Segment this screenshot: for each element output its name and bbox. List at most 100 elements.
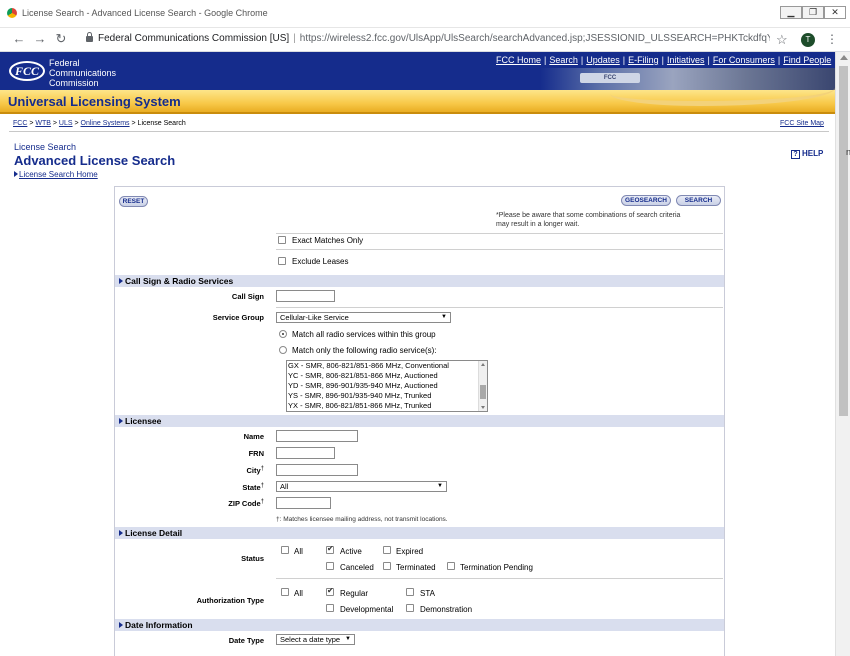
- list-item[interactable]: YX - SMR, 806-821/851-866 MHz, Trunked: [287, 401, 487, 411]
- url-text: https://wireless2.fcc.gov/UlsApp/UlsSear…: [299, 33, 770, 44]
- name-input[interactable]: [276, 430, 358, 442]
- forward-arrow-icon[interactable]: →: [32, 31, 48, 47]
- license-search-home-link[interactable]: License Search Home: [19, 170, 98, 179]
- breadcrumb-wtb[interactable]: WTB: [35, 120, 51, 127]
- status-canceled-label: Canceled: [340, 563, 374, 572]
- match-all-services-radio[interactable]: [279, 330, 287, 338]
- scroll-up-arrow-icon[interactable]: [840, 55, 848, 60]
- city-label: City†: [246, 466, 264, 475]
- status-active-checkbox[interactable]: [326, 544, 334, 554]
- nav-link-fcc-home[interactable]: FCC Home: [496, 55, 541, 65]
- name-label: Name: [243, 432, 264, 441]
- top-nav: FCC Home | Search | Updates | E-Filing | Initiat…: [496, 55, 832, 65]
- section-license-detail[interactable]: License Detail: [115, 527, 724, 539]
- service-group-select[interactable]: Cellular-Like Service ▼: [276, 312, 451, 323]
- back-arrow-icon[interactable]: ←: [11, 31, 27, 47]
- status-label: Status: [241, 554, 264, 563]
- maximize-button[interactable]: ❐: [802, 6, 824, 19]
- geosearch-button[interactable]: GEOSEARCH: [621, 195, 671, 206]
- section-title: Date Information: [125, 620, 193, 630]
- section-title: License Detail: [125, 528, 183, 538]
- auth-regular-label: Regular: [340, 589, 369, 598]
- list-item[interactable]: YD - SMR, 896-901/935-940 MHz, Auctioned: [287, 381, 487, 391]
- exact-matches-checkbox[interactable]: [278, 236, 286, 244]
- date-type-select[interactable]: Select a date type ▼: [276, 634, 355, 645]
- exact-matches-label: Exact Matches Only: [292, 236, 364, 245]
- radio-services-listbox[interactable]: GX - SMR, 806-821/851-866 MHz, Conventio…: [286, 360, 488, 412]
- auth-regular-checkbox[interactable]: [326, 586, 334, 596]
- nav-link-for-consumers[interactable]: For Consumers: [713, 55, 775, 65]
- service-group-label: Service Group: [212, 313, 264, 322]
- auth-demonstration-checkbox[interactable]: [406, 604, 414, 612]
- city-input[interactable]: [276, 464, 358, 476]
- call-sign-label: Call Sign: [231, 292, 264, 301]
- section-date-information[interactable]: Date Information: [115, 619, 724, 631]
- breadcrumb-online-systems[interactable]: Online Systems: [81, 120, 130, 127]
- list-item[interactable]: YC - SMR, 806-821/851-866 MHz, Auctioned: [287, 371, 487, 381]
- auth-all-checkbox[interactable]: [281, 588, 289, 596]
- licensee-footnote: †: Matches licensee mailing address, not…: [276, 516, 448, 523]
- chrome-favicon-icon: [7, 8, 17, 18]
- reset-button[interactable]: RESET: [119, 196, 148, 207]
- scroll-up-arrow-icon[interactable]: [481, 363, 485, 366]
- list-item[interactable]: GX - SMR, 806-821/851-866 MHz, Conventio…: [287, 361, 487, 371]
- section-licensee[interactable]: Licensee: [115, 415, 724, 427]
- divider: [276, 233, 723, 234]
- auth-developmental-label: Developmental: [340, 605, 394, 614]
- status-terminated-checkbox[interactable]: [383, 562, 391, 570]
- nav-link-find-people[interactable]: Find People: [783, 55, 831, 65]
- auth-sta-checkbox[interactable]: [406, 588, 414, 596]
- triangle-right-icon: [119, 622, 123, 628]
- fcc-logo[interactable]: FCC: [9, 61, 45, 81]
- site-identity: Federal Communications Commission [US]: [98, 33, 290, 44]
- match-all-services-label: Match all radio services within this gro…: [292, 330, 436, 339]
- nav-link-initiatives[interactable]: Initiatives: [667, 55, 705, 65]
- status-expired-checkbox[interactable]: [383, 546, 391, 554]
- profile-avatar[interactable]: T: [801, 33, 815, 47]
- nav-link-search[interactable]: Search: [549, 55, 578, 65]
- list-item[interactable]: YS - SMR, 896-901/935-940 MHz, Trunked: [287, 391, 487, 401]
- zip-code-input[interactable]: [276, 497, 331, 509]
- nav-link-updates[interactable]: Updates: [586, 55, 620, 65]
- divider: [276, 249, 723, 250]
- status-canceled-checkbox[interactable]: [326, 562, 334, 570]
- help-button[interactable]: ? HELP: [791, 149, 823, 159]
- browser-title-bar: License Search - Advanced License Search…: [0, 0, 850, 28]
- browser-toolbar: ← → ↻ Federal Communications Commission …: [0, 28, 850, 52]
- license-search-home: License Search Home: [14, 170, 98, 179]
- scroll-down-arrow-icon[interactable]: [481, 406, 485, 409]
- breadcrumb-current: License Search: [137, 120, 186, 127]
- window-title: License Search - Advanced License Search…: [22, 8, 268, 18]
- auth-all-label: All: [294, 589, 303, 598]
- auth-developmental-checkbox[interactable]: [326, 604, 334, 612]
- divider: [9, 131, 829, 132]
- match-only-services-radio[interactable]: [279, 346, 287, 354]
- breadcrumb-uls[interactable]: ULS: [59, 120, 73, 127]
- search-button[interactable]: SEARCH: [676, 195, 721, 206]
- address-bar[interactable]: Federal Communications Commission [US] | h…: [98, 33, 770, 44]
- triangle-right-icon: [14, 171, 18, 177]
- status-termination-pending-checkbox[interactable]: [447, 562, 455, 570]
- site-map-link[interactable]: FCC Site Map: [780, 120, 824, 127]
- close-window-button[interactable]: ✕: [824, 6, 846, 19]
- state-select[interactable]: All ▼: [276, 481, 447, 492]
- scrollbar-thumb[interactable]: [480, 385, 486, 399]
- bookmark-star-icon[interactable]: ☆: [776, 32, 788, 48]
- minimize-button[interactable]: ▁: [780, 6, 802, 19]
- call-sign-input[interactable]: [276, 290, 335, 302]
- listbox-scrollbar[interactable]: [478, 361, 487, 411]
- page-title: Advanced License Search: [14, 153, 176, 168]
- reload-icon[interactable]: ↻: [53, 31, 69, 47]
- frn-input[interactable]: [276, 447, 335, 459]
- nav-link-e-filing[interactable]: E-Filing: [628, 55, 659, 65]
- page-scrollbar[interactable]: [835, 52, 850, 656]
- chrome-menu-icon[interactable]: ⋮: [826, 32, 838, 46]
- lock-icon: [86, 32, 93, 42]
- scrollbar-thumb[interactable]: [839, 66, 848, 416]
- exclude-leases-checkbox[interactable]: [278, 257, 286, 265]
- section-call-sign-radio[interactable]: Call Sign & Radio Services: [115, 275, 724, 287]
- authorization-type-label: Authorization Type: [196, 596, 264, 605]
- zip-code-label: ZIP Code†: [228, 499, 264, 508]
- status-all-checkbox[interactable]: [281, 546, 289, 554]
- breadcrumb-fcc[interactable]: FCC: [13, 120, 27, 127]
